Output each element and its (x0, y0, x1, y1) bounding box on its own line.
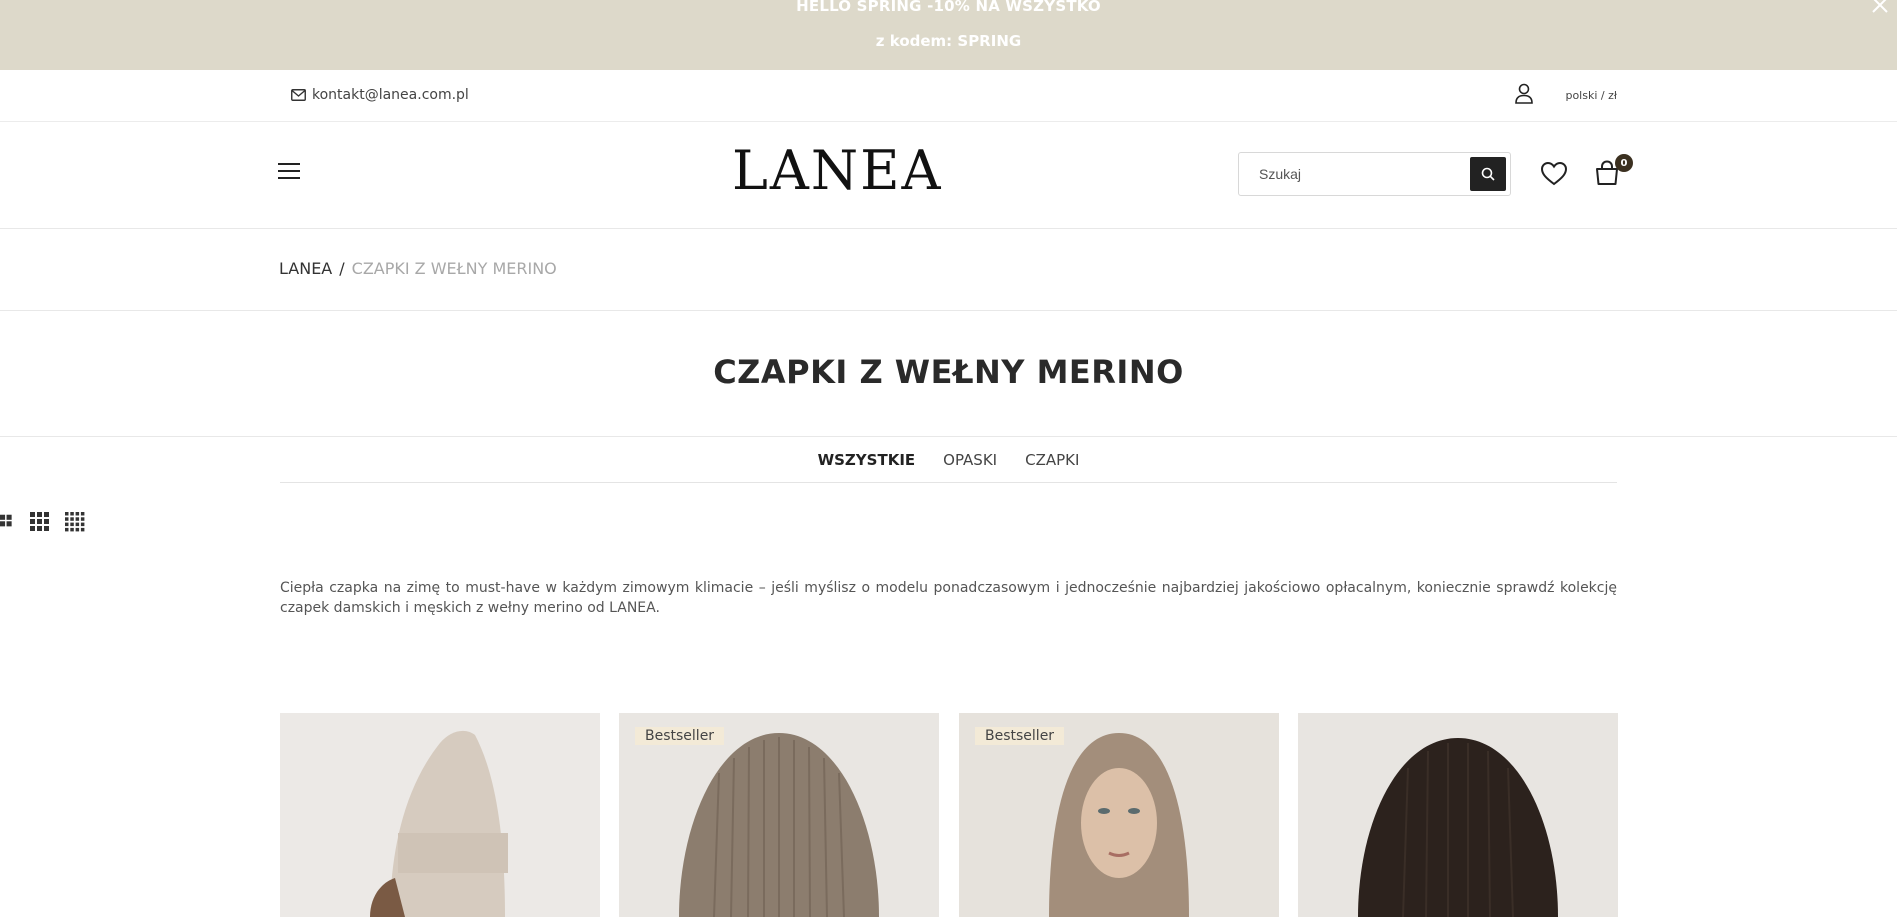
category-description: Ciepła czapka na zimę to must-have w każ… (280, 580, 1617, 616)
tab-opaski[interactable]: OPASKI (943, 451, 997, 482)
product-card[interactable]: Bestseller (959, 713, 1279, 917)
breadcrumb-current: CZAPKI Z WEŁNY MERINO (351, 259, 557, 278)
promo-headline: HELLO SPRING -10% NA WSZYSTKO (796, 0, 1101, 15)
site-header: LANEA 0 (0, 122, 1897, 229)
tab-czapki[interactable]: CZAPKI (1025, 451, 1079, 482)
breadcrumb: LANEA / CZAPKI Z WEŁNY MERINO (279, 259, 557, 278)
bestseller-badge: Bestseller (975, 727, 1065, 745)
product-image (1298, 713, 1618, 917)
bestseller-badge: Bestseller (635, 727, 725, 745)
mail-icon (291, 89, 306, 101)
promo-banner: HELLO SPRING -10% NA WSZYSTKO z kodem: S… (0, 0, 1897, 70)
product-image (280, 713, 600, 917)
title-section: CZAPKI Z WEŁNY MERINO (0, 311, 1897, 437)
grid-2-columns-icon[interactable] (0, 511, 16, 533)
contact-email: kontakt@lanea.com.pl (312, 87, 469, 103)
breadcrumb-home-link[interactable]: LANEA (279, 259, 332, 278)
search-button[interactable] (1470, 157, 1506, 191)
language-currency-selector[interactable]: polski / zł (1565, 89, 1617, 102)
search-input[interactable] (1259, 163, 1454, 185)
product-card[interactable]: Bestseller (619, 713, 939, 917)
user-account-icon[interactable] (1514, 83, 1534, 105)
grid-4-columns-icon[interactable] (64, 511, 86, 533)
wishlist-heart-icon[interactable] (1540, 161, 1568, 187)
product-card[interactable] (1298, 713, 1618, 917)
menu-icon[interactable] (278, 163, 300, 181)
search-box (1238, 152, 1511, 196)
contact-email-link[interactable]: kontakt@lanea.com.pl (291, 87, 469, 103)
cart-count-badge: 0 (1615, 154, 1633, 172)
product-card[interactable] (280, 713, 600, 917)
breadcrumb-bar: LANEA / CZAPKI Z WEŁNY MERINO (0, 229, 1897, 311)
grid-3-columns-icon[interactable] (29, 511, 51, 533)
top-info-bar: kontakt@lanea.com.pl polski / zł (0, 70, 1897, 122)
close-icon[interactable] (1869, 0, 1891, 16)
page-title: CZAPKI Z WEŁNY MERINO (713, 353, 1184, 391)
promo-code-text: z kodem: SPRING (875, 32, 1022, 50)
search-icon (1481, 167, 1495, 181)
tab-wszystkie[interactable]: WSZYSTKIE (818, 451, 916, 482)
breadcrumb-separator: / (339, 259, 345, 278)
site-logo[interactable]: LANEA (732, 144, 943, 198)
grid-view-switcher (0, 511, 86, 533)
category-tabs: WSZYSTKIE OPASKI CZAPKI (280, 437, 1617, 483)
